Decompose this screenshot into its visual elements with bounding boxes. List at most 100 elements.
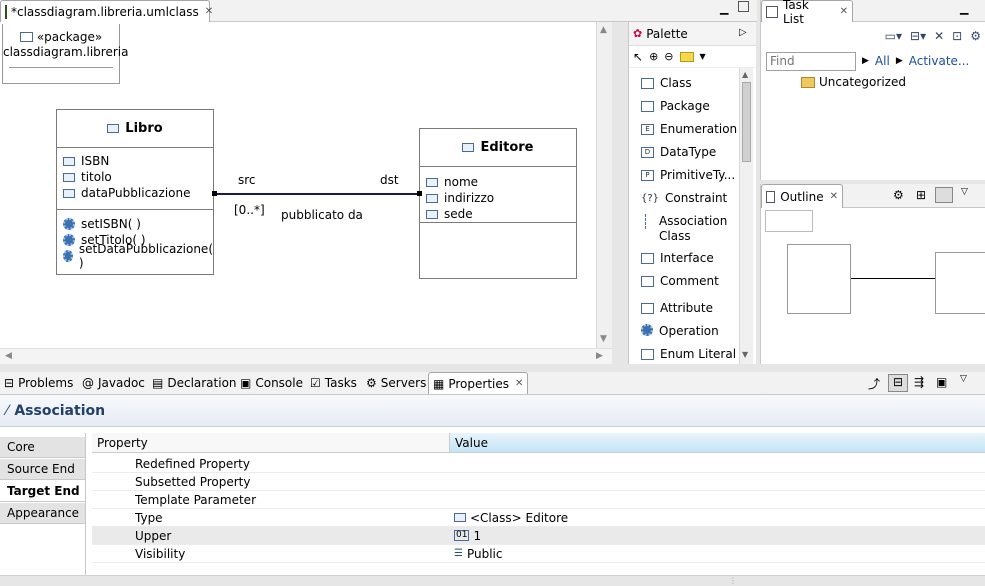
table-row[interactable]: Redefined Property	[92, 455, 985, 473]
attribute-row[interactable]: dataPubblicazione	[57, 185, 213, 201]
close-icon[interactable]: ✕	[515, 378, 523, 389]
all-link[interactable]: All	[875, 54, 890, 68]
tree-icon[interactable]: ⊞	[916, 188, 926, 202]
tab-source-end[interactable]: Source End	[0, 459, 85, 480]
play-icon: ▶	[895, 56, 903, 66]
palette-scrollbar[interactable]: ▲ ▼	[739, 68, 753, 364]
close-icon[interactable]: ✕	[830, 191, 838, 202]
tab-core[interactable]: Core	[0, 437, 85, 458]
attribute-row[interactable]: nome	[420, 174, 576, 190]
find-input[interactable]	[766, 51, 856, 71]
palette-list: Class Package E Enumeration D DataType P Pr…	[641, 76, 751, 366]
palette-item-operation[interactable]: Operation	[641, 324, 719, 339]
tab-problems[interactable]: ⊟ Problems	[0, 372, 77, 394]
association-class-icon	[645, 214, 653, 229]
tab-target-end[interactable]: Target End	[0, 481, 85, 502]
association-handle[interactable]	[417, 191, 422, 196]
palette-item-comment[interactable]: Comment	[641, 274, 719, 289]
palette-item-enum-literal[interactable]: Enum Literal	[641, 347, 736, 362]
association-handle[interactable]	[212, 191, 217, 196]
attribute-row[interactable]: titolo	[57, 169, 213, 185]
palette-item-label: Constraint	[665, 191, 728, 205]
pin-icon[interactable]: ⤴	[868, 375, 880, 392]
class-libro[interactable]: Libro ISBN titolo dataPubblicazione setI…	[56, 109, 214, 275]
scroll-down-icon[interactable]: ▼	[742, 350, 748, 359]
scroll-up-icon[interactable]: ▲	[742, 70, 748, 79]
column-header-property[interactable]: Property	[92, 433, 450, 452]
vertical-scrollbar[interactable]: ▲ ▼	[596, 22, 612, 348]
table-row[interactable]: Type <Class> Editore	[92, 509, 985, 527]
scroll-up-icon[interactable]: ▲	[600, 25, 607, 35]
tab-javadoc[interactable]: @ Javadoc	[78, 372, 149, 394]
filter-icon[interactable]: ⚙	[893, 188, 904, 202]
package-node[interactable]: «package» classdiagram.libreria	[2, 24, 128, 84]
scroll-thumb[interactable]	[742, 82, 751, 162]
horizontal-scrollbar[interactable]: ◀ ▶	[0, 348, 612, 364]
view-menu-icon[interactable]: ▽	[961, 187, 968, 197]
table-row[interactable]: Upper 01 1	[92, 527, 985, 545]
overview-icon[interactable]	[935, 187, 953, 203]
sync-icon[interactable]: ⚙	[970, 29, 981, 43]
minimize-icon[interactable]: ▁	[720, 2, 728, 15]
collapse-icon[interactable]: ✕	[934, 29, 944, 43]
tab-properties[interactable]: ▦ Properties ✕	[428, 372, 528, 394]
focus-icon[interactable]: ⊡	[952, 29, 962, 43]
close-icon[interactable]: ✕	[205, 6, 213, 17]
tab-servers[interactable]: ⚙ Servers	[362, 372, 430, 394]
editor-tab[interactable]: *classdiagram.libreria.umlclass ✕	[0, 0, 213, 22]
note-tool-icon[interactable]	[679, 51, 694, 62]
attribute-row[interactable]: ISBN	[57, 153, 213, 169]
scroll-down-icon[interactable]: ▼	[600, 334, 607, 344]
scroll-right-icon[interactable]: ▶	[596, 351, 603, 361]
table-row[interactable]: Visibility ☰ Public	[92, 545, 985, 563]
table-row[interactable]: Subsetted Property	[92, 473, 985, 491]
show-categories-icon[interactable]: ⊟	[888, 374, 908, 392]
new-task-icon[interactable]: ▭▾	[885, 29, 902, 43]
minimize-icon[interactable]: ▁	[960, 2, 968, 15]
close-icon[interactable]: ✕	[840, 6, 848, 17]
tab-console[interactable]: ▣ Console	[236, 372, 307, 394]
property-value[interactable]: 1	[473, 529, 481, 543]
palette-item-association-class[interactable]: Association Class	[641, 214, 741, 244]
tab-appearance[interactable]: Appearance	[0, 503, 85, 524]
diagram-canvas[interactable]: «package» classdiagram.libreria Libro IS…	[0, 22, 612, 364]
association-line[interactable]	[214, 193, 419, 195]
outline-thumbnail[interactable]	[763, 210, 985, 340]
palette-item-datatype[interactable]: D DataType	[641, 145, 716, 160]
operation-row[interactable]: setDataPubblicazione( )	[57, 242, 213, 270]
table-row[interactable]: Template Parameter	[92, 491, 985, 509]
categorize-icon[interactable]: ⊟▾	[910, 29, 926, 43]
column-header-value[interactable]: Value	[450, 433, 985, 452]
attribute-row[interactable]: indirizzo	[420, 190, 576, 206]
scroll-left-icon[interactable]: ◀	[5, 351, 12, 361]
property-value[interactable]: Public	[467, 547, 503, 561]
property-value[interactable]: <Class> Editore	[470, 511, 568, 525]
attribute-row[interactable]: sede	[420, 206, 576, 222]
maximize-icon[interactable]	[738, 1, 749, 12]
show-advanced-icon[interactable]: ⇶	[914, 375, 924, 389]
tab-outline[interactable]: Outline ✕	[761, 184, 843, 208]
palette-item-enumeration[interactable]: E Enumeration	[641, 122, 737, 137]
palette-item-class[interactable]: Class	[641, 76, 692, 91]
palette-item-label: Class	[660, 76, 692, 90]
activate-link[interactable]: Activate...	[909, 54, 970, 68]
tab-tasks[interactable]: ☑ Tasks	[306, 372, 361, 394]
tab-declaration[interactable]: ▤ Declaration	[148, 372, 241, 394]
palette-item-interface[interactable]: Interface	[641, 251, 714, 266]
palette-item-primitivetype[interactable]: P PrimitiveTy...	[641, 168, 735, 183]
zoom-in-icon[interactable]: ⊕	[649, 50, 658, 63]
tab-tasklist[interactable]: Task List ✕	[761, 0, 853, 26]
view-menu-icon[interactable]: ▽	[960, 374, 967, 384]
palette-item-constraint[interactable]: {?} Constraint	[641, 191, 727, 206]
zoom-out-icon[interactable]: ⊖	[664, 50, 673, 63]
palette-item-attribute[interactable]: Attribute	[641, 301, 713, 316]
palette-collapse-icon[interactable]: ▷	[739, 27, 747, 38]
restore-default-icon[interactable]: ▣	[936, 375, 947, 389]
attribute-icon	[426, 209, 438, 219]
dropdown-icon[interactable]: ▼	[700, 52, 706, 61]
operation-row[interactable]: setISBN( )	[57, 216, 213, 232]
class-editore[interactable]: Editore nome indirizzo sede	[419, 128, 577, 279]
select-tool-icon[interactable]: ↖	[633, 50, 643, 64]
palette-item-package[interactable]: Package	[641, 99, 710, 114]
list-item[interactable]: Uncategorized	[761, 72, 985, 92]
